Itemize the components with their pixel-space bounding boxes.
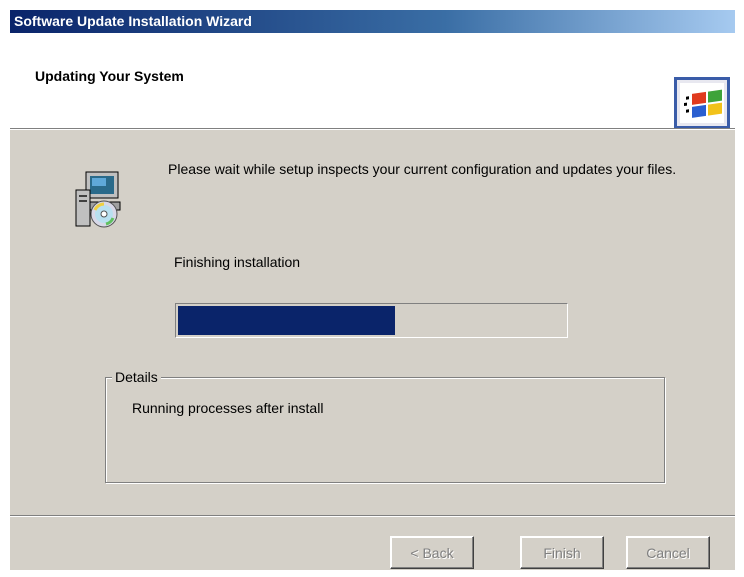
details-text: Running processes after install xyxy=(132,400,324,416)
finish-button[interactable]: Finish xyxy=(520,536,604,569)
cancel-button[interactable]: Cancel xyxy=(626,536,710,569)
setup-computer-cd-icon xyxy=(75,171,121,228)
status-text: Finishing installation xyxy=(174,254,301,270)
details-groupbox: Details Running processes after install xyxy=(105,369,665,483)
back-button[interactable]: < Back xyxy=(390,536,474,569)
header-separator xyxy=(10,128,735,130)
instruction-message: Please wait while setup inspects your cu… xyxy=(168,161,677,177)
title-bar[interactable]: Software Update Installation Wizard xyxy=(10,10,735,33)
wizard-header: Updating Your System xyxy=(10,33,735,129)
progress-bar-fill xyxy=(178,306,395,335)
details-legend: Details xyxy=(112,369,161,385)
windows-flag-icon xyxy=(674,77,730,129)
window-title: Software Update Installation Wizard xyxy=(14,13,252,29)
progress-bar xyxy=(175,303,568,338)
footer-separator xyxy=(10,515,735,517)
header-title: Updating Your System xyxy=(35,68,184,84)
wizard-window: Software Update Installation Wizard Upda… xyxy=(10,10,735,570)
